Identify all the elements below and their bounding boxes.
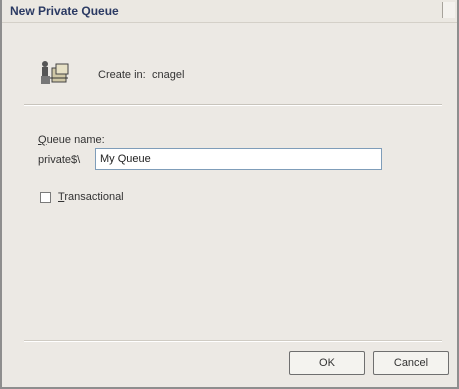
title-bar[interactable]: New Private Queue <box>2 0 457 23</box>
footer-separator <box>24 340 442 342</box>
transactional-label-rest: ransactional <box>64 191 124 203</box>
queue-icon <box>41 61 69 84</box>
queue-name-input[interactable] <box>95 148 382 170</box>
create-in-value: cnagel <box>152 69 185 81</box>
queue-prefix: private$\ <box>38 154 81 166</box>
cancel-button[interactable]: Cancel <box>373 351 449 375</box>
title-bar-button[interactable] <box>442 2 455 18</box>
window-title: New Private Queue <box>10 4 119 18</box>
queue-name-label-rest: ueue name: <box>46 134 105 146</box>
ok-button[interactable]: OK <box>289 351 365 375</box>
queue-name-accelerator: Q <box>38 134 47 146</box>
create-in-label: Create in: <box>98 69 146 81</box>
transactional-checkbox[interactable] <box>40 192 51 203</box>
transactional-label[interactable]: Transactional <box>58 191 124 203</box>
queue-name-label: Queue name: <box>38 134 105 146</box>
new-private-queue-dialog: New Private Queue Create in: cnagel Queu… <box>0 0 459 389</box>
header-separator <box>24 104 442 106</box>
